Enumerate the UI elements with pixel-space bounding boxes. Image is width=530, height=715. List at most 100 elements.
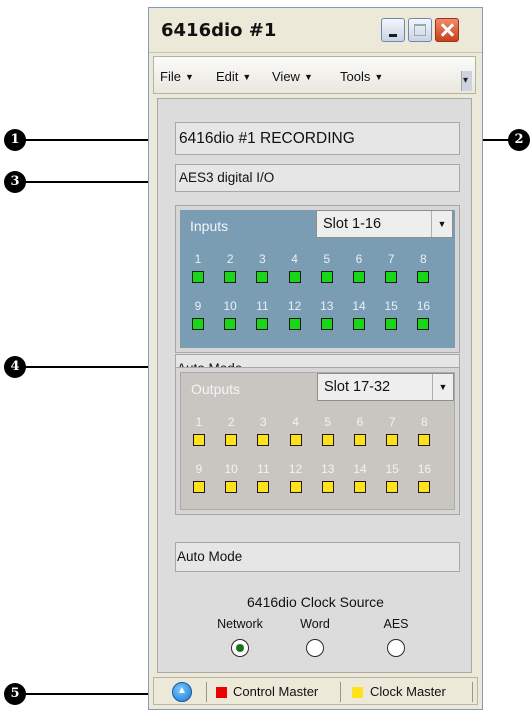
input-channel-number: 7 (387, 252, 395, 266)
output-channel-led (289, 481, 302, 493)
output-channel-led (289, 434, 302, 446)
output-channel-led (257, 481, 270, 493)
output-channel-led (354, 434, 366, 446)
menu-file[interactable]: File ▼ (160, 69, 194, 84)
device-panel: 6416dio #1 RECORDING AES3 digital I/O In… (157, 98, 472, 673)
input-channel-led (417, 318, 430, 330)
outputs-mode: Auto Mode (175, 542, 460, 572)
menu-edit[interactable]: Edit ▼ (216, 69, 251, 84)
input-channel-led (192, 318, 204, 330)
window-title: 6416dio #1 (161, 20, 277, 41)
callout-1: 1 (4, 129, 26, 151)
output-channel-number: 12 (288, 462, 303, 476)
clock-option-word-label: Word (300, 617, 330, 631)
input-channel-led (224, 271, 237, 283)
output-channel-led (386, 481, 399, 493)
input-channel-number: 2 (226, 252, 234, 266)
input-channel-number: 9 (194, 299, 202, 313)
callout-2: 2 (508, 129, 530, 151)
device-name-field[interactable]: 6416dio #1 RECORDING (175, 122, 460, 155)
output-channel-led (257, 434, 270, 446)
input-channel-number: 6 (355, 252, 363, 266)
inputs-slot-value: Slot 1-16 (323, 216, 382, 232)
menu-view[interactable]: View ▼ (272, 69, 313, 84)
inputs-label: Inputs (190, 218, 229, 234)
input-channel-led (256, 271, 269, 283)
control-master-indicator (216, 687, 227, 698)
chevron-down-icon: ▼ (431, 211, 452, 237)
menu-tools-label: Tools (340, 69, 371, 84)
output-channel-number: 4 (292, 415, 299, 429)
input-channel-led (417, 271, 430, 283)
clock-radio-word[interactable] (306, 639, 324, 657)
callout-4: 4 (4, 356, 26, 378)
input-channel-number: 4 (291, 252, 298, 266)
output-channel-number: 3 (260, 415, 267, 429)
minimize-button[interactable] (381, 18, 405, 42)
input-channel-number: 5 (323, 252, 331, 266)
output-channel-led (225, 481, 238, 493)
input-channel-led (224, 318, 237, 330)
control-master-label: Control Master (233, 684, 319, 699)
menu-overflow-button[interactable] (461, 71, 472, 91)
output-channel-led (418, 481, 431, 493)
menu-edit-label: Edit (216, 69, 239, 84)
input-channel-number: 8 (420, 252, 427, 266)
status-divider (472, 682, 473, 702)
output-channel-led (354, 481, 366, 493)
output-channel-number: 13 (321, 462, 335, 476)
status-bar: Control Master Clock Master (153, 677, 478, 705)
menu-view-label: View (272, 69, 300, 84)
status-divider (340, 682, 341, 702)
output-channel-led (386, 434, 399, 446)
maximize-button[interactable] (408, 18, 432, 42)
chevron-down-icon: ▼ (303, 72, 313, 82)
input-channel-number: 11 (256, 299, 269, 313)
clock-master-indicator (352, 687, 363, 698)
output-channel-led (321, 481, 334, 493)
clock-source-title: 6416dio Clock Source (247, 594, 384, 610)
output-channel-number: 5 (324, 415, 332, 429)
input-channel-number: 10 (223, 299, 237, 313)
status-divider (206, 682, 207, 702)
output-channel-led (193, 481, 205, 493)
chevron-down-icon: ▼ (184, 72, 194, 82)
input-channel-number: 16 (416, 299, 431, 313)
menu-bar: File ▼ Edit ▼ View ▼ Tools ▼ (153, 56, 476, 94)
input-channel-led (385, 318, 398, 330)
outputs-label: Outputs (191, 381, 241, 397)
input-channel-number: 15 (384, 299, 398, 313)
menu-file-label: File (160, 69, 181, 84)
output-channel-number: 14 (353, 462, 367, 476)
outputs-meter-area: Outputs Slot 17-32 ▼ 1 2 3 4 5 6 7 8 9 10 11 12 13 14… (180, 372, 455, 510)
clock-radio-network[interactable] (231, 639, 249, 657)
output-channel-number: 16 (417, 462, 432, 476)
title-bar[interactable]: 6416dio #1 (149, 8, 482, 53)
inputs-panel: Inputs Slot 1-16 ▼ 1 2 3 4 5 6 7 8 9 10 11 12 13 14 15… (175, 205, 460, 353)
outputs-slot-select[interactable]: Slot 17-32 ▼ (317, 373, 454, 401)
network-logo-icon[interactable] (172, 682, 192, 702)
output-channel-led (321, 434, 334, 446)
input-channel-number: 14 (352, 299, 366, 313)
input-channel-led (320, 271, 333, 283)
input-channel-number: 13 (320, 299, 334, 313)
output-channel-number: 7 (388, 415, 396, 429)
input-channel-led (192, 271, 204, 283)
input-channel-led (256, 318, 269, 330)
device-window: 6416dio #1 File▼ Edit▼ View▼ Tools▼ 6416… (148, 7, 483, 710)
output-channel-number: 9 (195, 462, 203, 476)
output-channel-number: 15 (385, 462, 399, 476)
output-channel-number: 2 (227, 415, 235, 429)
menu-tools[interactable]: Tools ▼ (340, 69, 383, 84)
clock-option-network-label: Network (217, 617, 263, 631)
output-channel-led (225, 434, 238, 446)
close-button[interactable] (435, 18, 459, 42)
clock-radio-aes[interactable] (387, 639, 405, 657)
input-channel-led (385, 271, 398, 283)
device-description: AES3 digital I/O (175, 164, 460, 192)
input-channel-number: 3 (259, 252, 266, 266)
input-channel-number: 12 (287, 299, 302, 313)
inputs-slot-select[interactable]: Slot 1-16 ▼ (316, 210, 453, 238)
outputs-slot-value: Slot 17-32 (324, 379, 391, 395)
callout-5: 5 (4, 683, 26, 705)
